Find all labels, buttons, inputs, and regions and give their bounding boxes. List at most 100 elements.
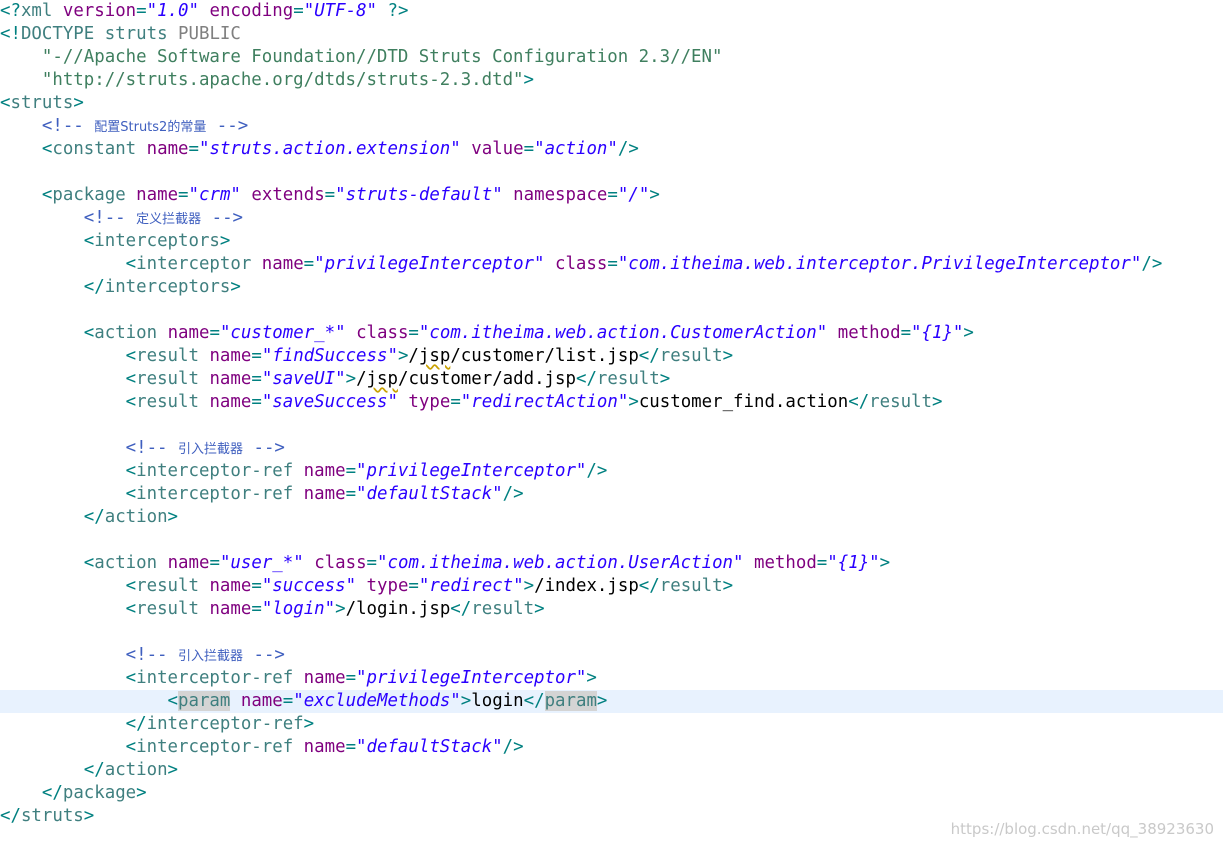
xml-punctuation: > (167, 507, 179, 527)
xml-text (743, 553, 753, 573)
xml-tag-name: result (136, 392, 199, 412)
code-line[interactable]: <result name="success" type="redirect">/… (0, 575, 1223, 598)
xml-punctuation: </ (83, 507, 105, 527)
xml-punctuation: < (125, 461, 137, 481)
xml-text (199, 392, 209, 412)
xml-punctuation: > (649, 185, 660, 205)
xml-code-editor[interactable]: <?xml version="1.0" encoding="UTF-8" ?> <… (0, 0, 1223, 850)
code-line[interactable]: <result name="findSuccess">/jsp/customer… (0, 345, 1223, 368)
xml-attribute-value: "privilegeInterceptor" (314, 254, 545, 274)
code-line[interactable]: </action> (0, 759, 1223, 782)
xml-text (293, 484, 303, 504)
code-line[interactable]: <result name="saveUI">/jsp/customer/add.… (0, 368, 1223, 391)
xml-tag-name: result (136, 369, 199, 389)
xml-punctuation: > (879, 553, 891, 573)
xml-attribute-name: name (209, 346, 252, 366)
code-line[interactable]: <?xml version="1.0" encoding="UTF-8" ?> (0, 0, 1223, 23)
xml-comment-text: 定义拦截器 (136, 212, 202, 227)
code-line[interactable]: </interceptors> (0, 276, 1223, 299)
xml-text (126, 185, 136, 205)
xml-tag-name: result (869, 392, 932, 412)
xml-punctuation: </ (41, 783, 63, 803)
code-line[interactable]: <interceptor name="privilegeInterceptor"… (0, 253, 1223, 276)
xml-attribute-value: "com.itheima.web.action.UserAction" (377, 553, 744, 573)
xml-attribute-name: name (167, 323, 210, 343)
xml-attribute-value: "UTF-8" (303, 1, 378, 21)
xml-punctuation: > (963, 323, 974, 343)
xml-comment: <!-- (83, 208, 137, 228)
xml-attribute-value: "excludeMethods" (293, 691, 461, 711)
xml-text (0, 599, 126, 619)
xml-attribute-name: name (209, 576, 252, 596)
xml-attribute-name: value (471, 139, 524, 159)
xml-comment-text: 引入拦截器 (178, 442, 244, 457)
code-line[interactable]: <action name="user_*" class="com.itheima… (0, 552, 1223, 575)
xml-text (0, 346, 126, 366)
xml-punctuation: /> (617, 139, 639, 159)
xml-punctuation: = (408, 323, 419, 343)
code-line[interactable]: "http://struts.apache.org/dtds/struts-2.… (0, 69, 1223, 92)
code-line[interactable]: <interceptors> (0, 230, 1223, 253)
xml-attribute-name: type (366, 576, 409, 596)
code-line[interactable]: "-//Apache Software Foundation//DTD Stru… (0, 46, 1223, 69)
code-line[interactable]: <!-- 引入拦截器 --> (0, 644, 1223, 667)
xml-attribute-name: class (554, 254, 608, 274)
code-line[interactable]: <interceptor-ref name="defaultStack"/> (0, 736, 1223, 759)
xml-tag-name: result (136, 346, 199, 366)
code-line[interactable]: <interceptor-ref name="privilegeIntercep… (0, 667, 1223, 690)
code-line[interactable]: <interceptor-ref name="defaultStack"/> (0, 483, 1223, 506)
code-line[interactable]: <!-- 引入拦截器 --> (0, 437, 1223, 460)
xml-punctuation: </ (575, 369, 597, 389)
xml-attribute-value: "defaultStack" (356, 484, 503, 504)
code-line[interactable] (0, 161, 1223, 184)
xml-text (503, 185, 513, 205)
xml-attribute-value: "action" (534, 139, 618, 159)
code-line[interactable]: </package> (0, 782, 1223, 805)
code-line[interactable] (0, 414, 1223, 437)
code-line[interactable]: <!-- 配置Struts2的常量 --> (0, 115, 1223, 138)
xml-attribute-name: name (209, 392, 252, 412)
code-line[interactable]: <struts> (0, 92, 1223, 115)
xml-text (0, 208, 84, 228)
xml-punctuation: < (125, 599, 137, 619)
code-line[interactable]: <!DOCTYPE struts PUBLIC (0, 23, 1223, 46)
xml-text (0, 737, 126, 757)
doctype-public-keyword: PUBLIC (178, 24, 241, 44)
code-line[interactable]: <package name="crm" extends="struts-defa… (0, 184, 1223, 207)
xml-punctuation: </ (450, 599, 472, 619)
xml-punctuation: > (136, 783, 147, 803)
xml-punctuation: = (345, 461, 357, 481)
xml-text (0, 231, 84, 251)
xml-punctuation: > (932, 392, 943, 412)
code-line[interactable]: <result name="saveSuccess" type="redirec… (0, 391, 1223, 414)
xml-tag-name: action (104, 760, 168, 780)
code-line[interactable] (0, 529, 1223, 552)
xml-text (304, 553, 314, 573)
xml-comment: <!-- (41, 116, 95, 136)
xml-punctuation: = (607, 254, 618, 274)
code-line[interactable]: <constant name="struts.action.extension"… (0, 138, 1223, 161)
code-line[interactable]: <result name="login">/login.jsp</result> (0, 598, 1223, 621)
xml-text (0, 645, 126, 665)
code-line[interactable] (0, 299, 1223, 322)
xml-comment: --> (206, 116, 249, 136)
xml-punctuation: > (523, 576, 535, 596)
xml-attribute-name: type (408, 392, 451, 412)
xml-tag-name: struts (10, 93, 74, 113)
code-line[interactable]: <action name="customer_*" class="com.ith… (0, 322, 1223, 345)
xml-punctuation: = (251, 369, 262, 389)
xml-text (0, 70, 42, 90)
code-line[interactable]: <!-- 定义拦截器 --> (0, 207, 1223, 230)
xml-tag-name: constant (52, 139, 137, 159)
code-line[interactable] (0, 621, 1223, 644)
code-line[interactable]: </interceptor-ref> (0, 713, 1223, 736)
xml-punctuation: > (523, 70, 534, 90)
xml-punctuation: = (816, 553, 828, 573)
xml-punctuation: /> (1141, 254, 1163, 274)
xml-attribute-value: "defaultStack" (356, 737, 503, 757)
code-line[interactable]: </action> (0, 506, 1223, 529)
code-line[interactable]: <interceptor-ref name="privilegeIntercep… (0, 460, 1223, 483)
code-line-current[interactable]: <param name="excludeMethods">login</para… (0, 690, 1223, 713)
xml-comment-text: 配置Struts2的常量 (94, 120, 207, 135)
xml-punctuation: < (83, 231, 95, 251)
